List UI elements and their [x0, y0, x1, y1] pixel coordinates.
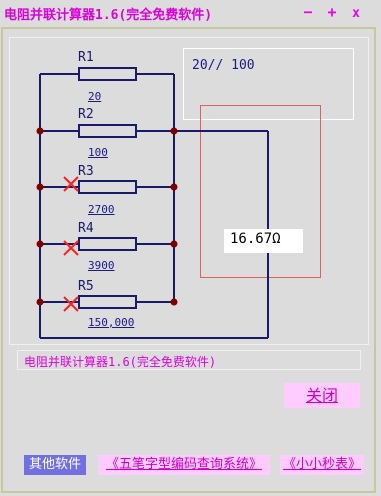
circuit-diagram — [36, 67, 269, 339]
disabled-x-icon-r5[interactable] — [63, 296, 79, 312]
junction-node — [170, 127, 178, 135]
resistor-label-r2: R2 — [78, 107, 94, 122]
result-value: 16.67Ω — [230, 231, 281, 247]
resistor-value-r5[interactable]: 150,000 — [88, 316, 134, 329]
junction-node — [170, 240, 178, 248]
junction-node — [170, 298, 178, 306]
resistor-label-r3: R3 — [78, 164, 94, 179]
resistor-symbol-r2[interactable] — [78, 124, 137, 138]
disabled-x-icon-r3[interactable] — [63, 176, 79, 192]
resistor-label-r1: R1 — [78, 50, 94, 65]
wubi-lookup-link[interactable]: 《五笔字型编码查询系统》 — [98, 455, 270, 475]
resistor-value-r1[interactable]: 20 — [88, 90, 101, 103]
resistor-value-r3[interactable]: 2700 — [88, 203, 115, 216]
status-text: 电阻并联计算器1.6(完全免费软件) — [24, 355, 217, 369]
resistor-symbol-r3[interactable] — [78, 180, 137, 194]
resistor-symbol-r1[interactable] — [78, 67, 137, 81]
app-window: 电阻并联计算器1.6(完全免费软件) − + x 20// 100 R1 20 … — [0, 0, 381, 496]
resistor-label-r5: R5 — [78, 279, 94, 294]
junction-node — [170, 183, 178, 191]
close-button[interactable]: 关闭 — [284, 383, 360, 408]
resistor-symbol-r4[interactable] — [78, 237, 137, 251]
resistor-symbol-r5[interactable] — [78, 295, 137, 309]
junction-node — [36, 240, 44, 248]
other-software-label: 其他软件 — [24, 455, 86, 475]
junction-node — [36, 298, 44, 306]
resistor-value-r2[interactable]: 100 — [88, 146, 108, 159]
junction-node — [36, 183, 44, 191]
resistor-label-r4: R4 — [78, 221, 94, 236]
status-bar: 电阻并联计算器1.6(完全免费软件) — [17, 350, 361, 370]
stopwatch-link[interactable]: 《小小秒表》 — [280, 455, 364, 475]
resistor-value-r4[interactable]: 3900 — [88, 259, 115, 272]
junction-node — [36, 127, 44, 135]
